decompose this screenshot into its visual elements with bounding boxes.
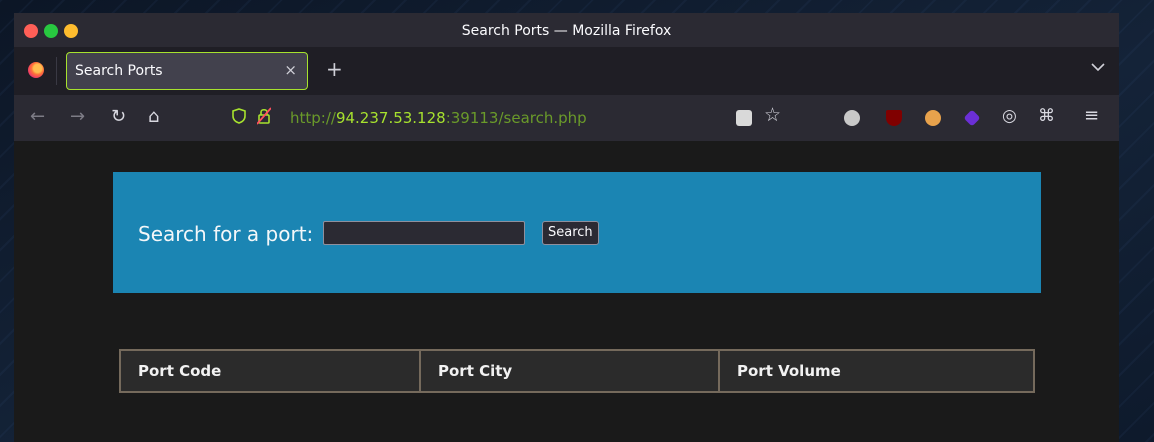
tab-bar: Search Ports × + (14, 47, 1119, 95)
forward-icon[interactable]: → (70, 106, 85, 128)
window-title: Search Ports — Mozilla Firefox (461, 23, 672, 39)
bookmark-star-icon[interactable]: ☆ (764, 104, 781, 126)
reader-mode-icon[interactable] (736, 110, 752, 126)
column-header-port-code: Port Code (119, 349, 421, 393)
title-bar: Search Ports — Mozilla Firefox (14, 13, 1119, 47)
ublock-origin-icon[interactable] (886, 110, 902, 126)
extension-1-icon[interactable] (844, 110, 860, 126)
tab-title: Search Ports (75, 63, 163, 79)
page-content: Search for a port: Search Port Code Port… (14, 141, 1119, 442)
minimize-window-button[interactable] (64, 24, 78, 38)
column-header-port-volume: Port Volume (718, 349, 1035, 393)
tab-list-chevron-icon[interactable] (1091, 60, 1105, 76)
search-label: Search for a port: (138, 222, 314, 246)
app-menu-icon[interactable]: ≡ (1084, 105, 1099, 127)
ports-table: Port Code Port City Port Volume (119, 349, 1035, 393)
maximize-window-button[interactable] (44, 24, 58, 38)
table-header-row: Port Code Port City Port Volume (119, 349, 1035, 393)
url-path: :39113/search.php (445, 109, 587, 127)
navigation-bar: ← → ↻ ⌂ http://94.237.53.128:39113/searc… (14, 95, 1119, 141)
close-window-button[interactable] (24, 24, 38, 38)
tab-close-icon[interactable]: × (284, 61, 297, 79)
firefox-icon[interactable] (28, 62, 44, 78)
url-bar[interactable]: http://94.237.53.128:39113/search.php (290, 109, 587, 127)
cookie-icon[interactable]: ◎ (1002, 105, 1017, 127)
extension-3-icon[interactable] (925, 110, 941, 126)
insecure-lock-icon[interactable] (256, 107, 272, 129)
browser-window: Search Ports — Mozilla Firefox Search Po… (14, 13, 1119, 442)
home-icon[interactable]: ⌂ (148, 106, 159, 128)
search-banner: Search for a port: Search (113, 172, 1041, 293)
tracking-protection-shield-icon[interactable] (232, 108, 246, 128)
url-host: 94.237.53.128 (335, 109, 446, 127)
new-tab-icon[interactable]: + (326, 57, 343, 81)
tab-separator (56, 57, 57, 85)
url-scheme: http:// (290, 109, 336, 127)
tab-search-ports[interactable]: Search Ports × (66, 52, 308, 90)
reload-icon[interactable]: ↻ (111, 106, 126, 128)
back-icon[interactable]: ← (30, 106, 45, 128)
column-header-port-city: Port City (419, 349, 720, 393)
search-input[interactable] (323, 221, 525, 245)
extension-4-icon[interactable] (963, 109, 981, 127)
extensions-puzzle-icon[interactable]: ⌘ (1038, 105, 1055, 127)
search-button[interactable]: Search (542, 221, 599, 245)
